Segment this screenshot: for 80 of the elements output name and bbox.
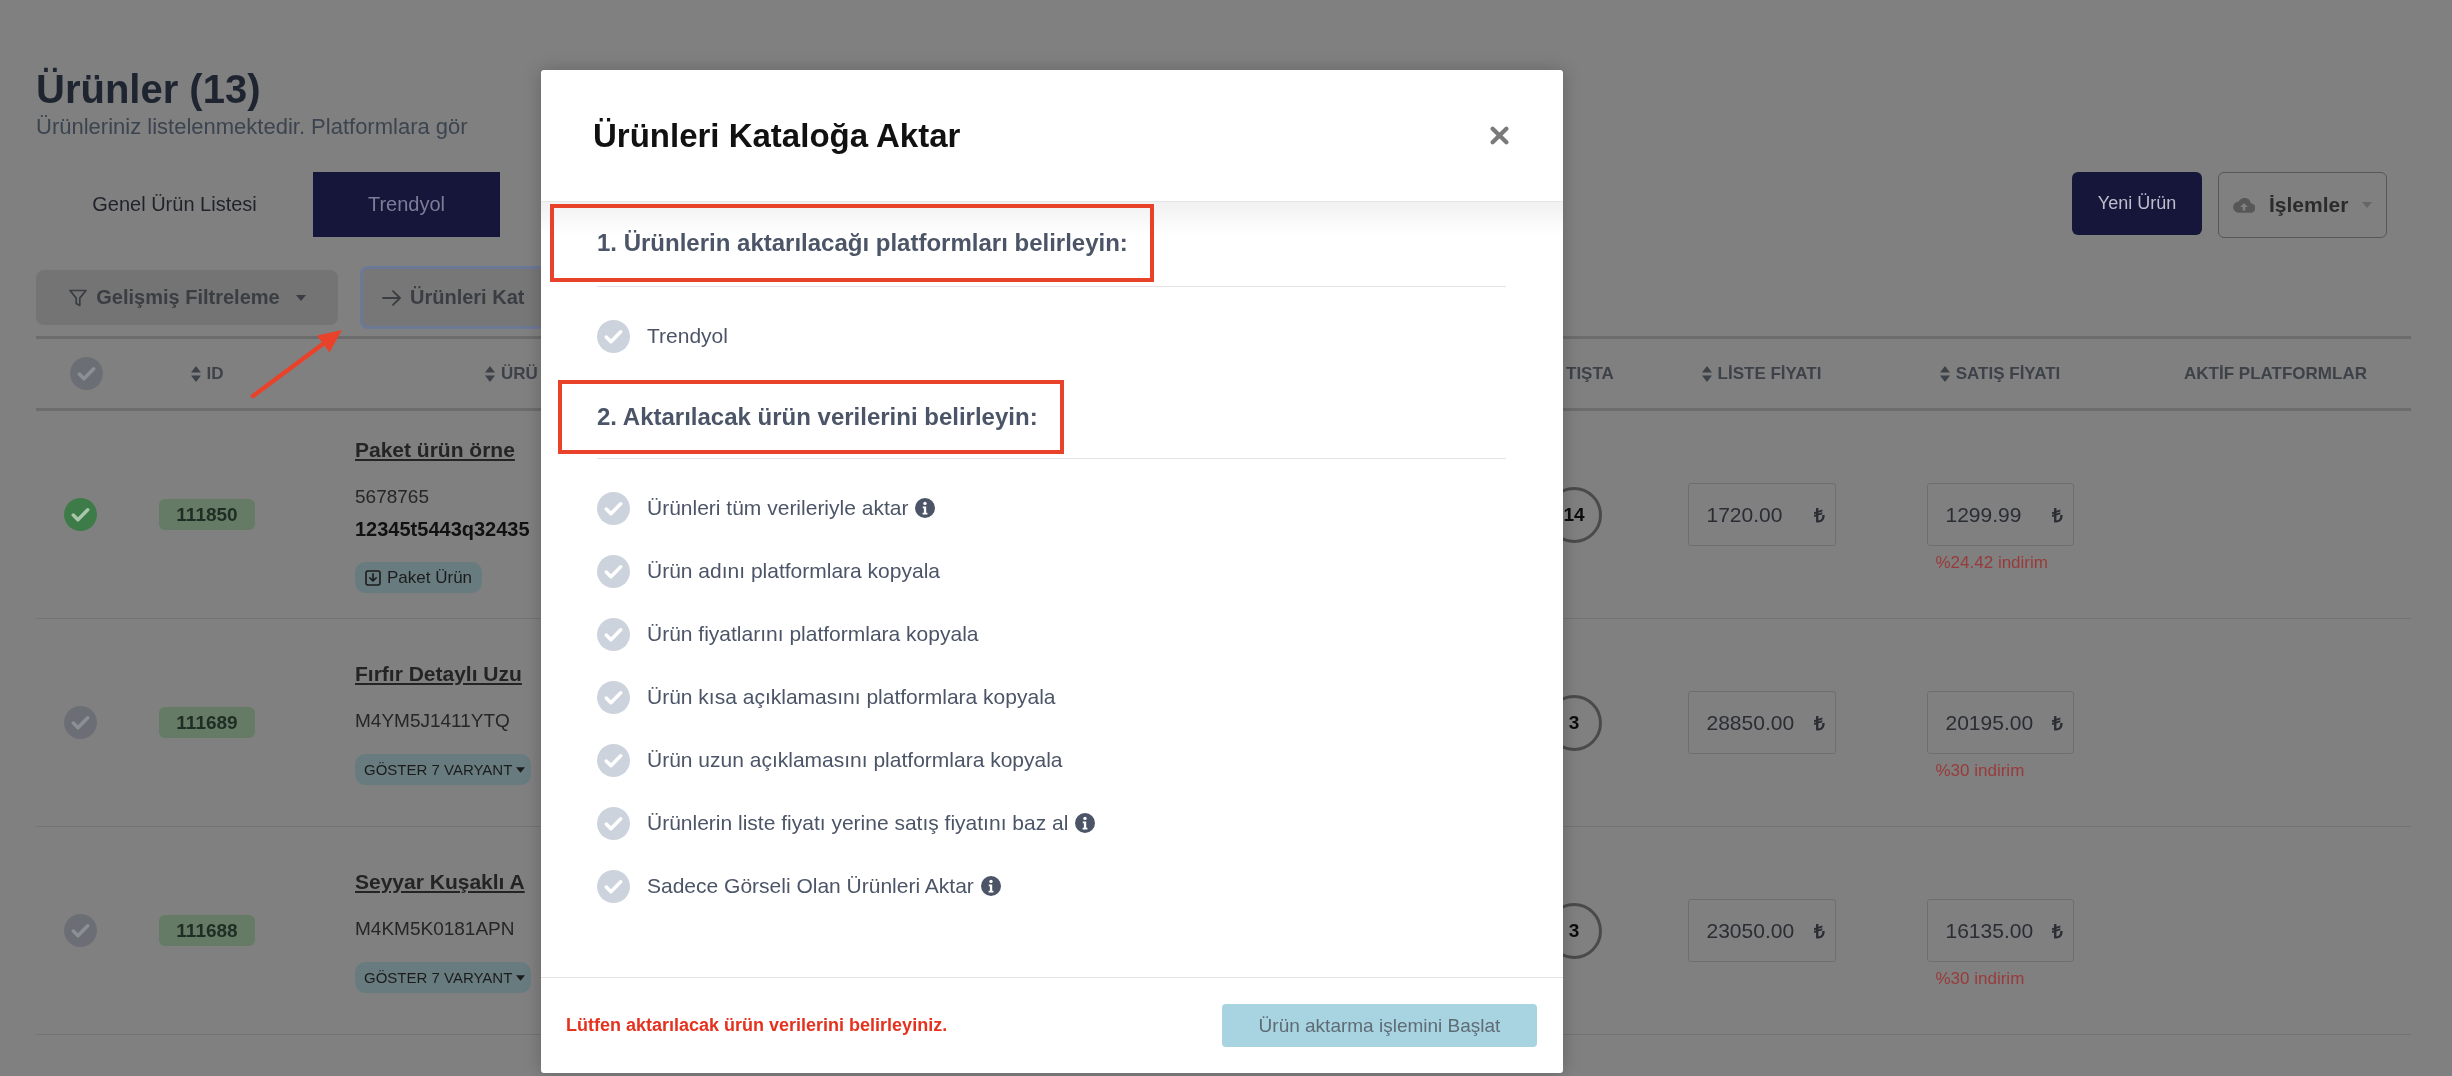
sort-icon	[1701, 365, 1712, 382]
count-badge: 14	[1563, 485, 1605, 544]
product-name-link[interactable]: Fırfır Detaylı Uzu	[355, 660, 522, 688]
arrow-right-icon	[382, 289, 402, 306]
option-checkbox[interactable]	[597, 491, 630, 525]
price-field[interactable]: 1720.00 ₺	[1687, 483, 1836, 546]
product-name-link[interactable]: Paket ürün örne	[355, 436, 515, 464]
caret-icon	[295, 294, 306, 301]
download-box-icon	[365, 569, 381, 586]
close-button[interactable]	[1490, 126, 1509, 145]
page-subtitle: Ürünleriniz listelenmektedir. Platformlara gör	[36, 113, 468, 141]
caret-icon	[516, 766, 526, 773]
count-badge: 3	[1563, 901, 1605, 960]
discount-label: %30 indirim	[1934, 968, 2025, 990]
price-field[interactable]: 16135.00 ₺	[1926, 899, 2074, 962]
discount-label: %24.42 indirim	[1934, 552, 2048, 574]
select-all-checkbox[interactable]	[69, 357, 103, 390]
id-badge: 111689	[159, 707, 255, 738]
option-label: Ürün uzun açıklamasını platformlara kopyala	[647, 748, 1063, 772]
price-field[interactable]: 28850.00 ₺	[1687, 691, 1836, 754]
product-sku: M4KM5K0181APN	[355, 917, 515, 941]
option-checkbox[interactable]	[597, 869, 630, 903]
count-badge: 3	[1563, 693, 1605, 752]
actions-menu-button[interactable]: İşlemler	[2218, 172, 2387, 238]
option-label: Ürün fiyatlarını platformlara kopyala	[647, 622, 979, 646]
column-header[interactable]: ID	[190, 363, 224, 384]
option-label: Ürün kısa açıklamasını platformlara kopyala	[647, 685, 1056, 709]
discount-label: %30 indirim	[1934, 760, 2025, 782]
tab[interactable]: Genel Ürün Listesi	[36, 172, 313, 237]
close-icon	[1490, 126, 1509, 145]
price-field[interactable]: 20195.00 ₺	[1926, 691, 2074, 754]
product-sku: 5678765	[355, 485, 429, 509]
option-checkbox[interactable]	[597, 319, 630, 353]
filter-button[interactable]: Gelişmiş Filtreleme	[36, 270, 338, 325]
section-heading: 2. Aktarılacak ürün verilerini belirleyin:	[597, 403, 1038, 431]
product-sku: M4YM5J1411YTQ	[355, 709, 510, 733]
id-badge: 111688	[159, 915, 255, 946]
caret-icon	[2362, 202, 2373, 208]
option-label: Sadece Görseli Olan Ürünleri Aktar	[647, 874, 974, 898]
id-badge: 111850	[159, 499, 255, 530]
option-label: Ürünleri tüm verileriyle aktar	[647, 496, 909, 520]
dialog-title: Ürünleri Kataloğa Aktar	[593, 116, 961, 155]
tag-label: Paket Ürün	[387, 567, 473, 588]
tab[interactable]: Trendyol	[313, 172, 500, 237]
new-product-button[interactable]: Yeni Ürün	[2072, 172, 2202, 235]
column-header[interactable]: ÜRÜ	[485, 363, 538, 384]
section-heading: 1. Ürünlerin aktarılacağı platformları belirleyin:	[597, 229, 1128, 257]
option-label: Trendyol	[647, 324, 728, 348]
sort-icon	[1939, 365, 1950, 382]
export-button[interactable]: Ürünleri Kat	[360, 266, 541, 329]
column-header[interactable]: LİSTE FİYATI	[1701, 363, 1822, 384]
product-code: 12345t5443q32435	[355, 517, 530, 542]
product-name-link[interactable]: Seyyar Kuşaklı A	[355, 868, 525, 896]
caret-icon	[516, 974, 526, 981]
info-icon[interactable]	[1075, 813, 1096, 833]
row-checkbox[interactable]	[63, 914, 97, 947]
column-header: AKTİF PLATFORMLAR	[2184, 363, 2367, 384]
option-label: Ürünlerin liste fiyatı yerine satış fiyatını baz al	[647, 811, 1069, 835]
option-label: Ürün adını platformlara kopyala	[647, 559, 940, 583]
price-field[interactable]: 1299.99 ₺	[1926, 483, 2074, 546]
column-header: TIŞTA	[1566, 363, 1614, 384]
option-checkbox[interactable]	[597, 554, 630, 588]
option-checkbox[interactable]	[597, 806, 630, 840]
funnel-icon	[68, 287, 89, 308]
page-title: Ürünler (13)	[36, 66, 261, 113]
row-checkbox[interactable]	[63, 498, 97, 531]
validation-message: Lütfen aktarılacak ürün verilerini belirleyiniz.	[566, 1015, 948, 1036]
info-icon[interactable]	[915, 498, 936, 518]
price-field[interactable]: 23050.00 ₺	[1687, 899, 1836, 962]
row-checkbox[interactable]	[63, 706, 97, 739]
sort-icon	[485, 365, 495, 382]
variants-toggle[interactable]: GÖSTER 7 VARYANT	[355, 962, 532, 993]
sort-icon	[190, 365, 201, 382]
variants-toggle[interactable]: GÖSTER 7 VARYANT	[355, 754, 532, 785]
option-checkbox[interactable]	[597, 743, 630, 777]
option-checkbox[interactable]	[597, 617, 630, 651]
cloud-upload-icon	[2233, 197, 2255, 213]
column-header[interactable]: SATIŞ FİYATI	[1939, 363, 2061, 384]
info-icon[interactable]	[980, 876, 1001, 896]
option-checkbox[interactable]	[597, 680, 630, 714]
